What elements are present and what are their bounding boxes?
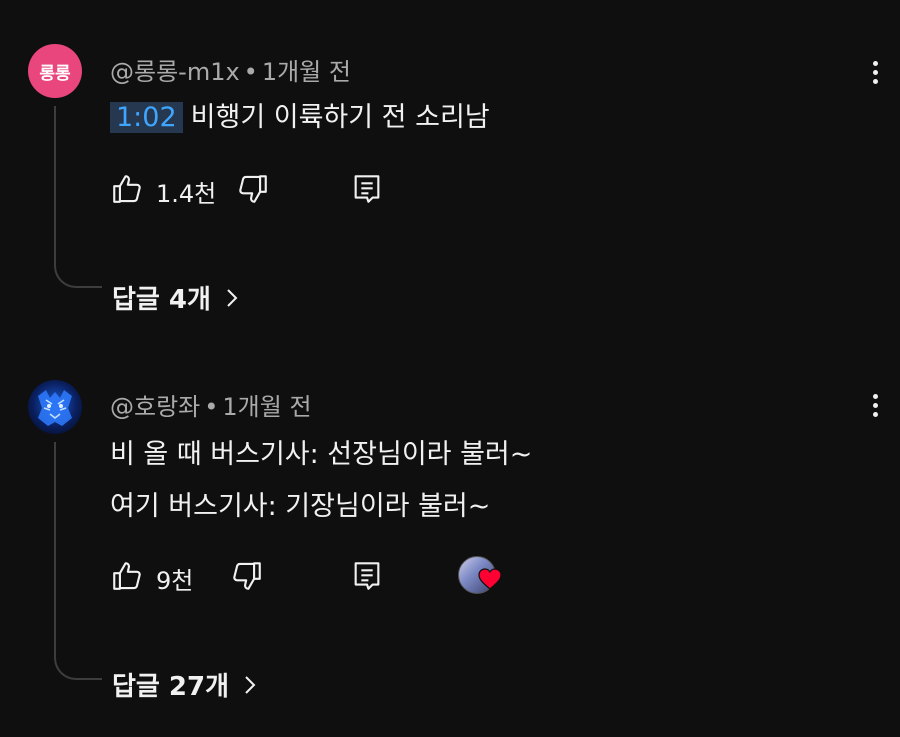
more-options-button[interactable] bbox=[862, 52, 888, 92]
more-dot bbox=[872, 69, 878, 75]
like-button[interactable] bbox=[110, 169, 144, 209]
more-dot bbox=[872, 411, 878, 417]
more-dot bbox=[872, 78, 878, 84]
thumbs-down-icon bbox=[239, 175, 267, 203]
more-dot bbox=[872, 60, 878, 66]
meta-separator: • bbox=[204, 393, 219, 421]
chevron-right-icon bbox=[227, 288, 238, 307]
reply-icon bbox=[354, 175, 380, 203]
timestamp-link[interactable]: 1:02 bbox=[110, 102, 183, 133]
comment-time: 1개월 전 bbox=[261, 58, 351, 86]
comment-2: @호랑좌 • 1개월 전 비 올 때 버스기사: 선장님이라 불러~ 여기 버스기사… bbox=[0, 370, 900, 737]
comment-text-line: 여기 버스기사: 기장님이라 불러~ bbox=[110, 491, 491, 522]
comment-actions: 9천 bbox=[110, 556, 610, 596]
meta-separator: • bbox=[243, 58, 258, 86]
author-name[interactable]: @호랑좌 bbox=[110, 393, 200, 421]
heart-icon bbox=[478, 568, 502, 590]
like-count: 9천 bbox=[156, 567, 194, 595]
creator-heart-badge bbox=[458, 556, 508, 596]
comment-text-line: 비 올 때 버스기사: 선장님이라 불러~ bbox=[110, 439, 533, 470]
view-replies-button[interactable]: 답글 27개 bbox=[112, 666, 257, 703]
comment-time: 1개월 전 bbox=[222, 393, 312, 421]
dislike-button[interactable] bbox=[230, 556, 264, 596]
dislike-button[interactable] bbox=[236, 169, 270, 209]
thread-line bbox=[54, 442, 102, 680]
reply-icon bbox=[354, 562, 380, 590]
thumbs-down-icon bbox=[233, 562, 261, 590]
more-dot bbox=[872, 393, 878, 399]
more-dot bbox=[872, 402, 878, 408]
thread-line bbox=[54, 106, 102, 288]
reply-button[interactable] bbox=[350, 556, 384, 596]
thumbs-up-icon bbox=[113, 175, 141, 203]
comment-meta: @롱롱-m1x • 1개월 전 bbox=[110, 52, 351, 87]
view-replies-button[interactable]: 답글 4개 bbox=[112, 279, 239, 316]
more-options-button[interactable] bbox=[862, 385, 888, 425]
chevron-right-icon bbox=[245, 675, 256, 694]
thumbs-up-icon bbox=[113, 562, 141, 590]
comment-actions: 1.4천 bbox=[110, 169, 610, 209]
author-name[interactable]: @롱롱-m1x bbox=[110, 58, 240, 86]
comment-text: 1:02 비행기 이륙하기 전 소리남 bbox=[110, 95, 490, 134]
reply-button[interactable] bbox=[350, 169, 384, 209]
tiger-avatar-icon bbox=[38, 390, 72, 426]
like-count: 1.4천 bbox=[156, 180, 217, 208]
comment-meta: @호랑좌 • 1개월 전 bbox=[110, 387, 312, 422]
comment-text-content: 비행기 이륙하기 전 소리남 bbox=[190, 102, 490, 133]
replies-label: 답글 4개 bbox=[112, 285, 211, 315]
replies-label: 답글 27개 bbox=[112, 672, 229, 702]
avatar-label: 롱롱 bbox=[39, 63, 71, 84]
author-avatar[interactable]: 롱롱 bbox=[28, 44, 82, 98]
comment-1: 롱롱 @롱롱-m1x • 1개월 전 1:02 비행기 이륙하기 전 소리남 1.4천 bbox=[0, 0, 900, 340]
author-avatar[interactable] bbox=[28, 380, 82, 434]
like-button[interactable] bbox=[110, 556, 144, 596]
